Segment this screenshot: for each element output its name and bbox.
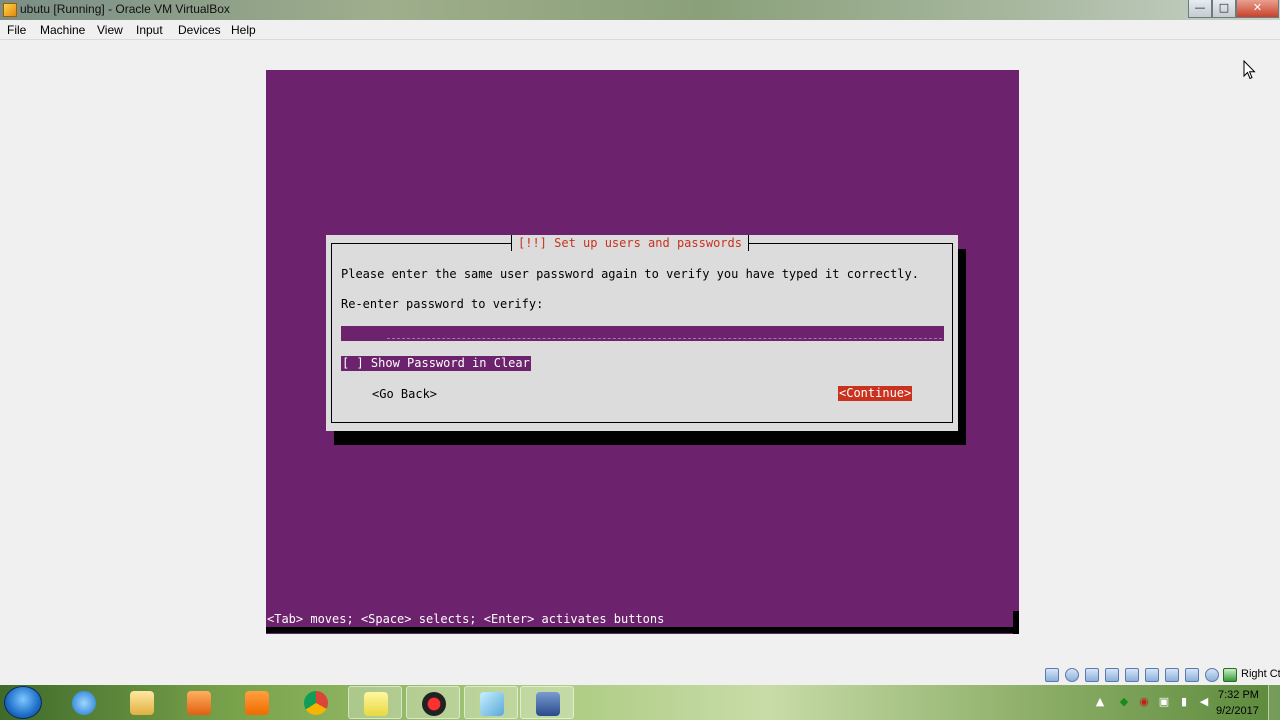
vm-screen[interactable]: [!!] Set up users and passwords Please e… xyxy=(266,70,1019,634)
taskbar-recorder[interactable] xyxy=(406,686,460,719)
record-icon xyxy=(422,692,446,716)
taskbar-notes[interactable] xyxy=(348,686,402,719)
hard-disk-icon[interactable] xyxy=(1045,668,1059,682)
virtualbox-icon xyxy=(3,3,17,17)
taskbar-paint[interactable] xyxy=(464,686,518,719)
tray-update-icon[interactable]: ◆ xyxy=(1118,696,1130,708)
usb-icon[interactable] xyxy=(1125,668,1139,682)
field-label: Re-enter password to verify: xyxy=(341,297,544,311)
dialog-title: [!!] Set up users and passwords xyxy=(511,235,749,251)
taskbar-chrome[interactable] xyxy=(289,686,343,719)
verify-prompt: Please enter the same user password agai… xyxy=(341,267,919,281)
taskbar-internet-explorer[interactable] xyxy=(57,686,111,719)
virtualbox-taskbar-icon xyxy=(536,692,560,716)
menu-devices[interactable]: Devices xyxy=(178,23,221,37)
tray-expand-icon[interactable]: ▲ xyxy=(1094,696,1106,708)
hint-bar-shadow xyxy=(266,627,1013,633)
taskbar-file-explorer[interactable] xyxy=(115,686,169,719)
menu-bar: File Machine View Input Devices Help xyxy=(0,20,1280,40)
tray-device-icon[interactable]: ▣ xyxy=(1158,696,1170,708)
continue-button[interactable]: <Continue> xyxy=(838,386,913,401)
taskbar-virtualbox[interactable] xyxy=(520,686,574,719)
maximize-button[interactable]: □ xyxy=(1212,0,1236,18)
window-title: ubutu [Running] - Oracle VM VirtualBox xyxy=(20,2,230,16)
volume-icon[interactable]: ◀ xyxy=(1198,696,1210,708)
display-icon[interactable] xyxy=(1165,668,1179,682)
taskbar-app-orange[interactable] xyxy=(230,686,284,719)
mouse-cursor-icon xyxy=(1243,60,1256,80)
virtualization-icon[interactable] xyxy=(1205,668,1219,682)
tray-security-icon[interactable]: ◉ xyxy=(1138,696,1150,708)
clock-time[interactable]: 7:32 PM xyxy=(1218,689,1259,701)
minimize-button[interactable]: — xyxy=(1188,0,1212,18)
close-button[interactable]: ✕ xyxy=(1236,0,1279,18)
menu-help[interactable]: Help xyxy=(231,23,256,37)
hint-bar-edge xyxy=(1013,611,1019,634)
network-signal-icon[interactable]: ▮ xyxy=(1178,696,1190,708)
show-password-checkbox[interactable]: [ ] Show Password in Clear xyxy=(341,356,531,371)
paint-icon xyxy=(480,692,504,716)
clock-date[interactable]: 9/2/2017 xyxy=(1216,705,1259,717)
host-key-label[interactable]: Right Ctrl xyxy=(1241,668,1280,680)
menu-view[interactable]: View xyxy=(97,23,123,37)
window-title-bar[interactable]: ubutu [Running] - Oracle VM VirtualBox —… xyxy=(0,0,1280,20)
internet-explorer-icon xyxy=(72,691,96,715)
mouse-integration-icon[interactable] xyxy=(1223,668,1237,682)
optical-drive-icon[interactable] xyxy=(1065,668,1079,682)
menu-machine[interactable]: Machine xyxy=(40,23,85,37)
menu-input[interactable]: Input xyxy=(136,23,163,37)
keyboard-hint: <Tab> moves; <Space> selects; <Enter> ac… xyxy=(267,612,665,626)
orange-app-icon xyxy=(245,691,269,715)
setup-users-dialog: [!!] Set up users and passwords Please e… xyxy=(326,235,958,431)
chrome-icon xyxy=(304,691,328,715)
taskbar-media-player[interactable] xyxy=(172,686,226,719)
media-player-icon xyxy=(187,691,211,715)
sticky-notes-icon xyxy=(364,692,388,716)
start-button[interactable] xyxy=(4,686,42,719)
audio-icon[interactable] xyxy=(1085,668,1099,682)
network-icon[interactable] xyxy=(1105,668,1119,682)
video-capture-icon[interactable] xyxy=(1185,668,1199,682)
go-back-button[interactable]: <Go Back> xyxy=(372,387,437,401)
menu-file[interactable]: File xyxy=(7,23,26,37)
windows-taskbar: ▲ ◆ ◉ ▣ ▮ ◀ xyxy=(0,685,1280,720)
vm-status-bar: Right Ctrl xyxy=(0,665,1280,685)
password-verify-input[interactable]: **** xyxy=(341,326,944,341)
show-desktop-button[interactable] xyxy=(1268,685,1280,720)
folder-icon xyxy=(130,691,154,715)
input-underline xyxy=(387,338,942,339)
shared-folders-icon[interactable] xyxy=(1145,668,1159,682)
